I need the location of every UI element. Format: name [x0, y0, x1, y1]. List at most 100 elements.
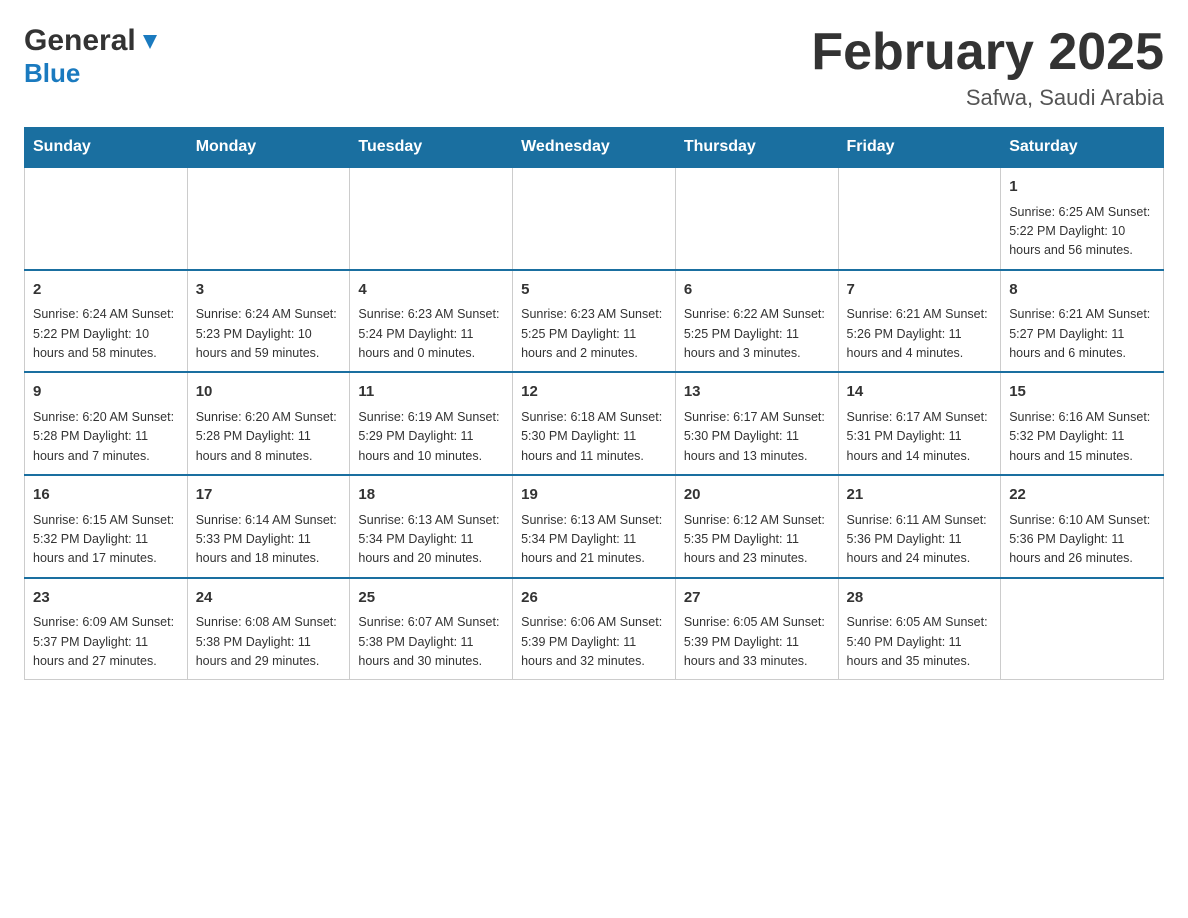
calendar-week-row: 9 Sunrise: 6:20 AM Sunset: 5:28 PM Daylig…	[25, 372, 1164, 475]
table-row: 15 Sunrise: 6:16 AM Sunset: 5:32 PM Dayli…	[1001, 372, 1164, 475]
day-info: Sunrise: 6:21 AM Sunset: 5:27 PM Dayligh…	[1009, 305, 1155, 363]
day-info: Sunrise: 6:17 AM Sunset: 5:30 PM Dayligh…	[684, 408, 830, 466]
day-info: Sunrise: 6:06 AM Sunset: 5:39 PM Dayligh…	[521, 613, 667, 671]
table-row: 6Sunrise: 6:22 AM Sunset: 5:25 PM Daylig…	[675, 270, 838, 373]
day-info: Sunrise: 6:13 AM Sunset: 5:34 PM Dayligh…	[521, 511, 667, 569]
day-number: 18	[358, 484, 504, 507]
table-row	[838, 167, 1001, 270]
day-number: 11	[358, 381, 504, 404]
table-row: 17 Sunrise: 6:14 AM Sunset: 5:33 PM Dayli…	[187, 475, 350, 578]
col-saturday: Saturday	[1001, 128, 1164, 168]
calendar-week-row: 1 Sunrise: 6:25 AM Sunset: 5:22 PM Daylig…	[25, 167, 1164, 270]
day-number: 15	[1009, 381, 1155, 404]
day-info: Sunrise: 6:20 AM Sunset: 5:28 PM Dayligh…	[33, 408, 179, 466]
table-row: 27 Sunrise: 6:05 AM Sunset: 5:39 PM Dayli…	[675, 578, 838, 680]
day-info: Sunrise: 6:12 AM Sunset: 5:35 PM Dayligh…	[684, 511, 830, 569]
calendar-header-row: Sunday Monday Tuesday Wednesday Thursday…	[25, 128, 1164, 168]
calendar-table: Sunday Monday Tuesday Wednesday Thursday…	[24, 127, 1164, 680]
day-info: Sunrise: 6:22 AM Sunset: 5:25 PM Dayligh…	[684, 305, 830, 363]
col-sunday: Sunday	[25, 128, 188, 168]
day-number: 24	[196, 587, 342, 610]
table-row: 14Sunrise: 6:17 AM Sunset: 5:31 PM Dayli…	[838, 372, 1001, 475]
day-info: Sunrise: 6:23 AM Sunset: 5:25 PM Dayligh…	[521, 305, 667, 363]
calendar-week-row: 23 Sunrise: 6:09 AM Sunset: 5:37 PM Dayli…	[25, 578, 1164, 680]
calendar-week-row: 16 Sunrise: 6:15 AM Sunset: 5:32 PM Dayli…	[25, 475, 1164, 578]
col-tuesday: Tuesday	[350, 128, 513, 168]
col-friday: Friday	[838, 128, 1001, 168]
day-info: Sunrise: 6:05 AM Sunset: 5:39 PM Dayligh…	[684, 613, 830, 671]
table-row: 3Sunrise: 6:24 AM Sunset: 5:23 PM Daylig…	[187, 270, 350, 373]
day-number: 1	[1009, 176, 1155, 199]
col-monday: Monday	[187, 128, 350, 168]
table-row: 22Sunrise: 6:10 AM Sunset: 5:36 PM Dayli…	[1001, 475, 1164, 578]
day-number: 9	[33, 381, 179, 404]
day-info: Sunrise: 6:11 AM Sunset: 5:36 PM Dayligh…	[847, 511, 993, 569]
day-info: Sunrise: 6:19 AM Sunset: 5:29 PM Dayligh…	[358, 408, 504, 466]
page-header: General Blue February 2025 Safwa, Saudi …	[24, 24, 1164, 111]
day-info: Sunrise: 6:15 AM Sunset: 5:32 PM Dayligh…	[33, 511, 179, 569]
table-row: 9 Sunrise: 6:20 AM Sunset: 5:28 PM Daylig…	[25, 372, 188, 475]
table-row	[513, 167, 676, 270]
page-location: Safwa, Saudi Arabia	[811, 85, 1164, 111]
day-info: Sunrise: 6:16 AM Sunset: 5:32 PM Dayligh…	[1009, 408, 1155, 466]
table-row: 4 Sunrise: 6:23 AM Sunset: 5:24 PM Daylig…	[350, 270, 513, 373]
day-info: Sunrise: 6:18 AM Sunset: 5:30 PM Dayligh…	[521, 408, 667, 466]
day-info: Sunrise: 6:21 AM Sunset: 5:26 PM Dayligh…	[847, 305, 993, 363]
day-number: 8	[1009, 279, 1155, 302]
day-info: Sunrise: 6:24 AM Sunset: 5:23 PM Dayligh…	[196, 305, 342, 363]
day-number: 22	[1009, 484, 1155, 507]
day-number: 17	[196, 484, 342, 507]
logo-arrow-icon	[139, 31, 161, 53]
table-row: 13 Sunrise: 6:17 AM Sunset: 5:30 PM Dayli…	[675, 372, 838, 475]
table-row: 2Sunrise: 6:24 AM Sunset: 5:22 PM Daylig…	[25, 270, 188, 373]
day-number: 27	[684, 587, 830, 610]
day-number: 25	[358, 587, 504, 610]
col-thursday: Thursday	[675, 128, 838, 168]
day-number: 12	[521, 381, 667, 404]
table-row: 16 Sunrise: 6:15 AM Sunset: 5:32 PM Dayli…	[25, 475, 188, 578]
day-number: 28	[847, 587, 993, 610]
table-row: 7 Sunrise: 6:21 AM Sunset: 5:26 PM Daylig…	[838, 270, 1001, 373]
table-row	[675, 167, 838, 270]
table-row: 5 Sunrise: 6:23 AM Sunset: 5:25 PM Daylig…	[513, 270, 676, 373]
day-number: 13	[684, 381, 830, 404]
calendar-week-row: 2Sunrise: 6:24 AM Sunset: 5:22 PM Daylig…	[25, 270, 1164, 373]
table-row: 18 Sunrise: 6:13 AM Sunset: 5:34 PM Dayli…	[350, 475, 513, 578]
table-row: 25 Sunrise: 6:07 AM Sunset: 5:38 PM Dayli…	[350, 578, 513, 680]
table-row: 21 Sunrise: 6:11 AM Sunset: 5:36 PM Dayli…	[838, 475, 1001, 578]
page-title: February 2025	[811, 24, 1164, 81]
day-number: 4	[358, 279, 504, 302]
table-row	[187, 167, 350, 270]
day-number: 23	[33, 587, 179, 610]
day-number: 5	[521, 279, 667, 302]
table-row: 12 Sunrise: 6:18 AM Sunset: 5:30 PM Dayli…	[513, 372, 676, 475]
day-number: 21	[847, 484, 993, 507]
table-row	[350, 167, 513, 270]
day-number: 10	[196, 381, 342, 404]
day-info: Sunrise: 6:14 AM Sunset: 5:33 PM Dayligh…	[196, 511, 342, 569]
day-info: Sunrise: 6:23 AM Sunset: 5:24 PM Dayligh…	[358, 305, 504, 363]
day-info: Sunrise: 6:05 AM Sunset: 5:40 PM Dayligh…	[847, 613, 993, 671]
logo-general-text: General	[24, 24, 136, 58]
day-number: 16	[33, 484, 179, 507]
day-number: 7	[847, 279, 993, 302]
day-number: 19	[521, 484, 667, 507]
day-info: Sunrise: 6:25 AM Sunset: 5:22 PM Dayligh…	[1009, 203, 1155, 261]
table-row: 1 Sunrise: 6:25 AM Sunset: 5:22 PM Daylig…	[1001, 167, 1164, 270]
logo-blue-text: Blue	[24, 58, 80, 88]
table-row	[25, 167, 188, 270]
day-info: Sunrise: 6:13 AM Sunset: 5:34 PM Dayligh…	[358, 511, 504, 569]
col-wednesday: Wednesday	[513, 128, 676, 168]
table-row: 20Sunrise: 6:12 AM Sunset: 5:35 PM Dayli…	[675, 475, 838, 578]
table-row: 24Sunrise: 6:08 AM Sunset: 5:38 PM Dayli…	[187, 578, 350, 680]
day-info: Sunrise: 6:09 AM Sunset: 5:37 PM Dayligh…	[33, 613, 179, 671]
table-row	[1001, 578, 1164, 680]
day-info: Sunrise: 6:07 AM Sunset: 5:38 PM Dayligh…	[358, 613, 504, 671]
day-info: Sunrise: 6:20 AM Sunset: 5:28 PM Dayligh…	[196, 408, 342, 466]
table-row: 26Sunrise: 6:06 AM Sunset: 5:39 PM Dayli…	[513, 578, 676, 680]
table-row: 28 Sunrise: 6:05 AM Sunset: 5:40 PM Dayli…	[838, 578, 1001, 680]
logo: General Blue	[24, 24, 161, 89]
table-row: 8 Sunrise: 6:21 AM Sunset: 5:27 PM Daylig…	[1001, 270, 1164, 373]
table-row: 23 Sunrise: 6:09 AM Sunset: 5:37 PM Dayli…	[25, 578, 188, 680]
title-block: February 2025 Safwa, Saudi Arabia	[811, 24, 1164, 111]
